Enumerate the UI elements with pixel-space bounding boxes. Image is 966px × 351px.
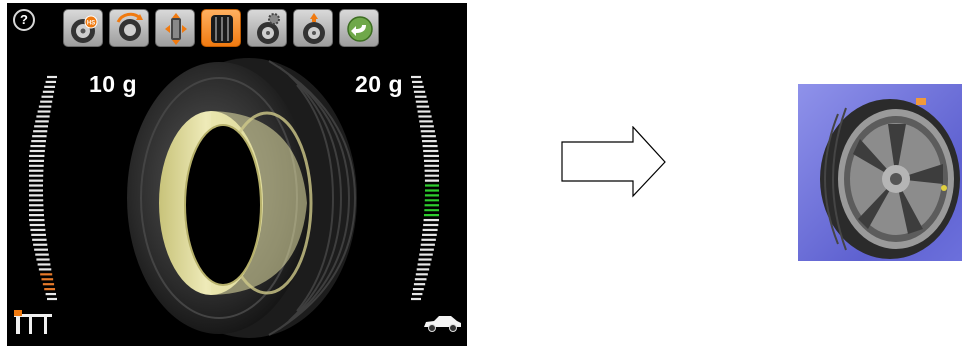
tire-graphic [127,58,357,338]
tire-tread-icon [211,15,233,43]
svg-text:HS: HS [87,21,95,27]
toolbar: HS [63,9,379,47]
tire-tread-button[interactable] [201,9,241,47]
split-weights-icon [165,13,187,45]
wheel-settings-button[interactable] [247,9,287,47]
left-balance-scale [29,75,57,301]
split-weights-button[interactable] [155,9,195,47]
wheel-with-badge-icon: HS [71,15,98,43]
balancer-screen: ? HS 10 g 20 g [7,3,467,346]
wheel-hs-mode-button[interactable]: HS [63,9,103,47]
wheel-position-icon [303,13,325,44]
wheel-position-button[interactable] [293,9,333,47]
car-icon [424,316,461,332]
right-balance-scale [411,75,439,301]
weight-clips-icon [14,310,52,334]
rotate-wheel-icon [116,12,143,41]
help-button[interactable]: ? [13,9,35,31]
right-arrow-icon [561,126,666,198]
back-button[interactable] [339,9,379,47]
back-arrow-icon [347,16,373,42]
wheel-3d-thumbnail [798,84,962,261]
right-weight-value: 20 g [355,71,404,97]
rotate-wheel-button[interactable] [109,9,149,47]
wheel-gear-icon [257,13,280,44]
